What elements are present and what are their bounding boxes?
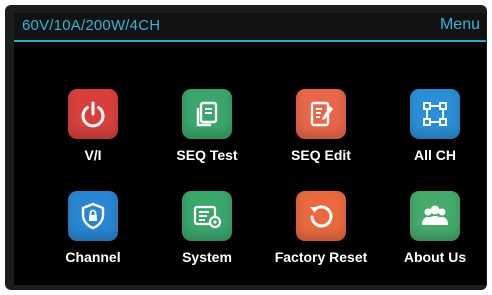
document-icon [182,89,232,139]
seq-edit-tile[interactable]: SEQ Edit [266,89,376,171]
vi-tile[interactable]: V/I [38,89,148,171]
channels-grid-icon [410,89,460,139]
channel-tile[interactable]: Channel [38,191,148,273]
system-settings-icon [182,191,232,241]
device-frame: 60V/10A/200W/4CH Menu V/I SEQ Test SEQ E… [5,5,487,290]
lcd-screen: 60V/10A/200W/4CH Menu V/I SEQ Test SEQ E… [14,13,486,285]
shield-lock-icon [68,191,118,241]
all-ch-label: All CH [414,147,456,163]
factory-reset-tile[interactable]: Factory Reset [266,191,376,273]
vi-label: V/I [84,147,102,163]
all-ch-tile[interactable]: All CH [380,89,486,171]
about-us-tile[interactable]: About Us [380,191,486,273]
seq-test-tile[interactable]: SEQ Test [152,89,262,171]
system-tile[interactable]: System [152,191,262,273]
menu-title: Menu [439,16,480,33]
users-icon [410,191,460,241]
seq-edit-label: SEQ Edit [291,147,351,163]
seq-test-label: SEQ Test [176,147,238,163]
channel-label: Channel [65,249,121,265]
device-spec-title: 60V/10A/200W/4CH [22,17,161,34]
system-label: System [182,249,232,265]
power-icon [68,89,118,139]
top-bar: 60V/10A/200W/4CH Menu [14,13,486,40]
edit-document-icon [296,89,346,139]
header-divider [14,40,486,42]
about-us-label: About Us [403,249,467,265]
reset-icon [296,191,346,241]
factory-reset-label: Factory Reset [274,249,368,265]
